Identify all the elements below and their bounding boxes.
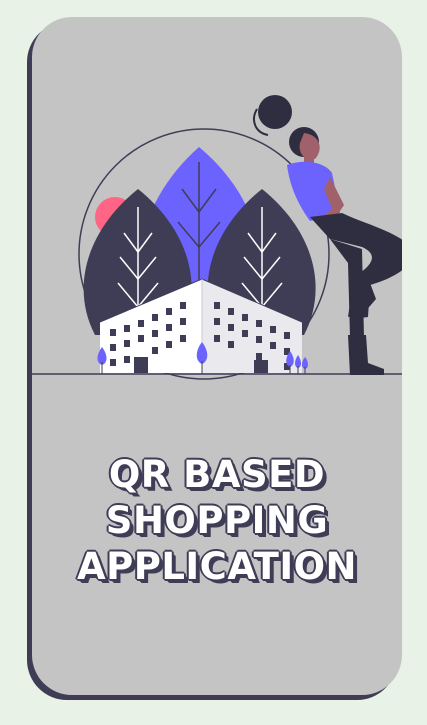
app-title: QR BASED SHOPPING APPLICATION — [32, 452, 402, 590]
splash-card: QR BASED SHOPPING APPLICATION — [32, 17, 402, 695]
app-title-line-3: APPLICATION — [76, 545, 358, 588]
city-with-woman-illustration — [32, 95, 402, 380]
app-title-line-1: QR BASED — [108, 453, 326, 496]
app-title-line-2: SHOPPING — [105, 499, 329, 542]
splash-screen: QR BASED SHOPPING APPLICATION — [0, 0, 427, 725]
